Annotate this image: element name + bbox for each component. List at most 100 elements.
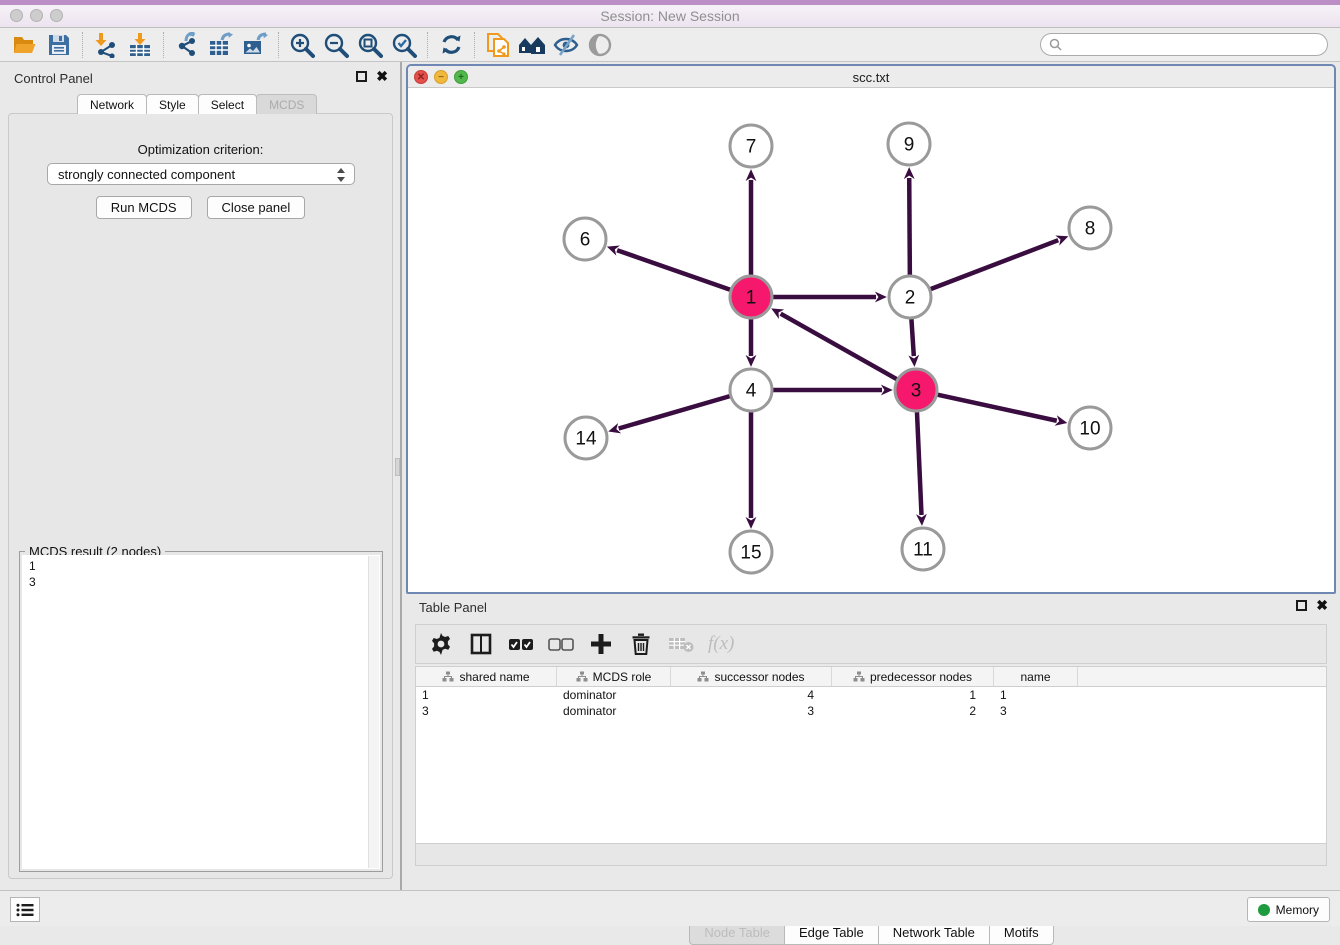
edge-4-14[interactable] <box>619 396 730 428</box>
hierarchy-icon <box>576 671 588 682</box>
search-input[interactable] <box>1066 38 1306 52</box>
deselect-all-icon[interactable] <box>548 631 574 657</box>
table-cell[interactable]: 1 <box>832 687 994 703</box>
edge-3-11[interactable] <box>917 412 922 515</box>
table-row[interactable]: 3dominator323 <box>416 703 1326 719</box>
close-panel-button[interactable]: Close panel <box>207 196 306 219</box>
refresh-icon[interactable] <box>434 30 468 60</box>
float-panel-icon[interactable] <box>356 71 367 82</box>
table-cell[interactable]: 3 <box>416 703 557 719</box>
column-header-shared-name[interactable]: shared name <box>416 667 557 686</box>
edge-2-3[interactable] <box>911 319 913 356</box>
table-cell[interactable]: 3 <box>671 703 832 719</box>
graph-node-label-4: 4 <box>746 381 757 402</box>
tab-style[interactable]: Style <box>146 94 199 114</box>
optimization-criterion-select[interactable]: strongly connected component <box>47 163 355 185</box>
application-window: Session: New Session <box>0 0 1340 926</box>
zoom-fit-icon[interactable] <box>353 30 387 60</box>
table-body: 1dominator4113dominator323 <box>416 687 1326 719</box>
table-cell[interactable]: 3 <box>994 703 1078 719</box>
zoom-out-icon[interactable] <box>319 30 353 60</box>
mcds-result-text[interactable]: 1 3 <box>22 555 380 869</box>
tab-select[interactable]: Select <box>198 94 257 114</box>
optimization-criterion-label: Optimization criterion: <box>9 142 392 157</box>
network-canvas[interactable]: 7968124314101511 <box>408 88 1334 592</box>
edge-3-1[interactable] <box>781 314 897 380</box>
column-header-predecessor-nodes[interactable]: predecessor nodes <box>832 667 994 686</box>
search-field[interactable] <box>1040 33 1328 56</box>
column-header-name[interactable]: name <box>994 667 1078 686</box>
select-all-icon[interactable] <box>508 631 534 657</box>
table-cell[interactable]: 1 <box>994 687 1078 703</box>
graph-node-label-15: 15 <box>740 543 761 564</box>
graph-node-label-3: 3 <box>911 381 922 402</box>
table-cell[interactable]: 2 <box>832 703 994 719</box>
table-footer-strip <box>415 844 1327 866</box>
hide-graphics-details-icon[interactable] <box>549 30 583 60</box>
zoom-selected-icon[interactable] <box>387 30 421 60</box>
edge-3-10[interactable] <box>937 395 1056 421</box>
table-cell[interactable]: 1 <box>416 687 557 703</box>
edge-1-6[interactable] <box>617 250 730 290</box>
node-table[interactable]: shared name MCDS role successor nodes prede… <box>415 666 1327 844</box>
delete-table-icon <box>668 631 694 657</box>
table-cell[interactable]: dominator <box>557 703 671 719</box>
edge-2-9[interactable] <box>909 178 910 275</box>
close-panel-icon[interactable]: ✖ <box>376 71 388 82</box>
save-session-icon[interactable] <box>42 30 76 60</box>
import-network-icon[interactable] <box>89 30 123 60</box>
export-table-icon[interactable] <box>204 30 238 60</box>
control-panel-header: Control Panel ✖ <box>5 66 396 90</box>
show-graphics-details-icon[interactable] <box>583 30 617 60</box>
open-session-icon[interactable] <box>8 30 42 60</box>
delete-column-trash-icon[interactable] <box>628 631 654 657</box>
show-columns-icon[interactable] <box>468 631 494 657</box>
close-table-panel-icon[interactable]: ✖ <box>1316 600 1328 611</box>
table-cell[interactable]: dominator <box>557 687 671 703</box>
result-line: 1 <box>29 558 380 574</box>
divider-handle[interactable] <box>395 458 400 476</box>
network-graph[interactable]: 7968124314101511 <box>408 88 1334 592</box>
export-network-icon[interactable] <box>170 30 204 60</box>
panel-divider[interactable] <box>400 62 402 890</box>
memory-label: Memory <box>1276 903 1319 917</box>
app-title: Session: New Session <box>0 8 1340 24</box>
tab-mcds[interactable]: MCDS <box>256 94 317 114</box>
graph-node-label-11: 11 <box>913 540 933 561</box>
table-settings-gear-icon[interactable] <box>428 631 454 657</box>
titlebar-accent-strip <box>0 0 1340 5</box>
result-scrollbar[interactable] <box>368 556 379 868</box>
table-toolbar: f(x) <box>415 624 1327 664</box>
table-cell[interactable]: 4 <box>671 687 832 703</box>
tab-network[interactable]: Network <box>77 94 147 114</box>
control-panel-title: Control Panel <box>14 71 93 86</box>
import-table-icon[interactable] <box>123 30 157 60</box>
column-header-MCDS-role[interactable]: MCDS role <box>557 667 671 686</box>
list-icon <box>16 903 34 917</box>
hierarchy-icon <box>442 671 454 682</box>
float-table-panel-icon[interactable] <box>1296 600 1307 611</box>
run-mcds-button[interactable]: Run MCDS <box>96 196 192 219</box>
column-header-label: shared name <box>459 670 529 684</box>
network-window-titlebar: ✕ − + scc.txt <box>408 66 1334 88</box>
control-panel: Control Panel ✖ Network Style Select MCD… <box>5 66 396 884</box>
graph-node-label-8: 8 <box>1085 219 1096 240</box>
duplicate-network-icon[interactable] <box>481 30 515 60</box>
first-neighbors-icon[interactable] <box>515 30 549 60</box>
zoom-in-icon[interactable] <box>285 30 319 60</box>
titlebar: Session: New Session <box>0 0 1340 28</box>
task-history-button[interactable] <box>10 897 40 922</box>
export-image-icon[interactable] <box>238 30 272 60</box>
column-header-label: successor nodes <box>714 670 804 684</box>
main-toolbar <box>0 28 1340 62</box>
column-header-successor-nodes[interactable]: successor nodes <box>671 667 832 686</box>
table-panel-title: Table Panel <box>419 600 487 615</box>
table-row[interactable]: 1dominator411 <box>416 687 1326 703</box>
graph-node-label-9: 9 <box>904 135 915 156</box>
memory-button[interactable]: Memory <box>1247 897 1330 922</box>
edge-2-8[interactable] <box>931 240 1059 289</box>
mcds-result-group: MCDS result (2 nodes) 1 3 <box>19 544 383 872</box>
chevron-updown-icon <box>336 167 346 186</box>
create-column-plus-icon[interactable] <box>588 631 614 657</box>
table-panel-header: Table Panel ✖ <box>406 595 1336 619</box>
